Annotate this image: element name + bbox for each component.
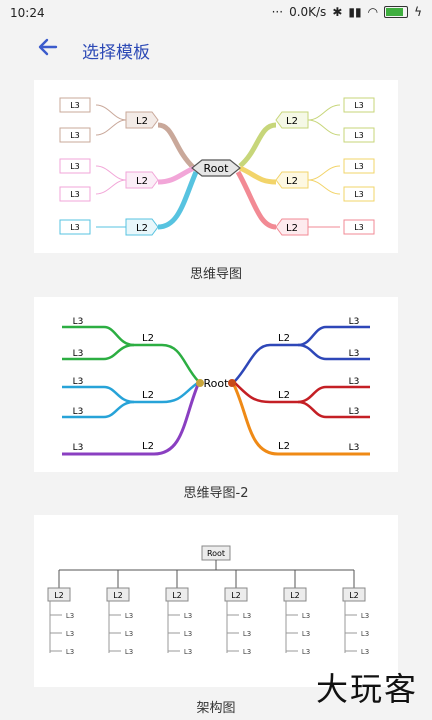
l3-label: L3 [302,630,310,638]
wifi-icon: ◠ [367,5,379,19]
back-button[interactable] [36,35,60,59]
arrow-left-icon [38,38,58,56]
bluetooth-icon: ✱ [332,5,343,19]
template-card-mindmap-2[interactable]: Root L2 L2 L2 L2 L2 L2 L3 L3 L3 L3 L3 L3… [34,297,398,472]
l2-label: L2 [172,591,182,600]
l3-label: L3 [349,443,360,453]
l2-label: L2 [54,591,64,600]
l3-label: L3 [73,443,84,453]
network-speed: 0.0K/s [289,5,327,19]
l3-label: L3 [184,612,192,620]
l3-label: L3 [361,648,369,656]
l2-label: L2 [113,591,123,600]
l3-label: L3 [354,223,364,232]
root-label: Root [204,162,230,175]
root-label: Root [207,549,225,558]
l3-label: L3 [349,377,360,387]
battery-level [386,8,404,16]
l3-label: L3 [354,162,364,171]
l3-label: L3 [354,101,364,110]
watermark: 大玩客 [315,670,418,708]
l3-label: L3 [354,131,364,140]
l3-label: L3 [184,648,192,656]
l2-label: L2 [286,176,298,187]
l2-label: L2 [278,390,290,401]
l2-label: L2 [136,176,148,187]
l3-label: L3 [66,630,74,638]
l3-label: L3 [349,317,360,327]
l2-label: L2 [349,591,359,600]
template-caption: 思维导图 [189,267,242,282]
l2-label: L2 [136,116,148,127]
app-toolbar: 选择模板 [0,26,432,70]
charging-icon: ϟ [414,5,422,19]
signal-icon: ▮▮ [348,5,362,19]
l3-label: L3 [243,630,251,638]
l3-label: L3 [354,190,364,199]
l3-label: L3 [184,630,192,638]
l2-label: L2 [142,441,154,452]
l3-label: L3 [349,407,360,417]
l3-label: L3 [70,223,80,232]
dots-icon: ··· [271,5,284,19]
l2-label: L2 [136,223,148,234]
l2-label: L2 [142,390,154,401]
l3-label: L3 [125,630,133,638]
l3-label: L3 [125,612,133,620]
l2-label: L2 [290,591,300,600]
l3-label: L3 [73,317,84,327]
l3-label: L3 [73,349,84,359]
mindmap-preview: L2 L2 L2 L2 L2 L2 Root L3 L3 L3 L3 L3 L3… [59,97,375,236]
l2-label: L2 [278,333,290,344]
l3-label: L3 [361,612,369,620]
org-chart-preview: Root L2 L3 L3 L3 L2 L3 L3 L3 L2 L3 L3 L3 L2 L3 L3 L3 L2 L… [47,545,369,656]
l3-label: L3 [73,407,84,417]
status-icons: ··· 0.0K/s ✱ ▮▮ ◠ ϟ [272,5,422,19]
mindmap-2-preview: Root L2 L2 L2 L2 L2 L2 L3 L3 L3 L3 L3 L3… [62,317,370,456]
battery-icon [384,6,409,18]
l3-label: L3 [70,162,80,171]
root-label: Root [204,377,230,390]
template-card-org-chart[interactable]: Root L2 L3 L3 L3 L2 L3 L3 L3 L2 L3 L3 L3 L2 L3 L3 L3 L2 L… [34,515,398,687]
template-card-mindmap[interactable]: L2 L2 L2 L2 L2 L2 Root L3 L3 L3 L3 L3 L3… [34,80,398,253]
l3-label: L3 [70,101,80,110]
l3-label: L3 [70,190,80,199]
l3-label: L3 [66,612,74,620]
l3-label: L3 [73,377,84,387]
l3-label: L3 [243,648,251,656]
template-caption: 思维导图-2 [183,486,249,501]
l2-label: L2 [286,116,298,127]
l2-label: L2 [142,333,154,344]
l3-label: L3 [361,630,369,638]
l2-label: L2 [231,591,241,600]
status-time: 10:24 [10,6,45,20]
l3-label: L3 [243,612,251,620]
page-title: 选择模板 [82,43,150,63]
l3-label: L3 [66,648,74,656]
l3-label: L3 [125,648,133,656]
l3-label: L3 [302,612,310,620]
l2-label: L2 [278,441,290,452]
status-bar: 10:24 ··· 0.0K/s ✱ ▮▮ ◠ ϟ [0,0,432,26]
l3-label: L3 [302,648,310,656]
l2-label: L2 [286,223,298,234]
l3-label: L3 [70,131,80,140]
l3-label: L3 [349,349,360,359]
